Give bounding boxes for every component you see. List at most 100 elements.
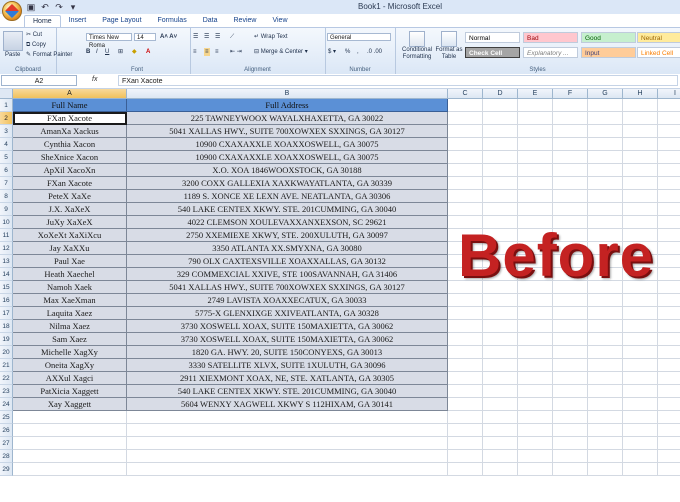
empty-cell[interactable] xyxy=(553,320,588,333)
empty-cell[interactable] xyxy=(553,398,588,411)
cell-full-name[interactable]: Oneita XagXy xyxy=(13,359,127,372)
empty-cell[interactable] xyxy=(518,138,553,151)
tab-review[interactable]: Review xyxy=(226,15,265,27)
empty-cell[interactable] xyxy=(483,333,518,346)
empty-cell[interactable] xyxy=(623,359,658,372)
cell-full-address[interactable]: X.O. XOA 1846WOOXSTOCK, GA 30188 xyxy=(127,164,448,177)
empty-cell[interactable] xyxy=(588,99,623,112)
empty-cell[interactable] xyxy=(13,424,127,437)
empty-cell[interactable] xyxy=(553,411,588,424)
empty-cell[interactable] xyxy=(448,177,483,190)
empty-cell[interactable] xyxy=(658,385,680,398)
empty-cell[interactable] xyxy=(623,372,658,385)
empty-cell[interactable] xyxy=(623,398,658,411)
empty-cell[interactable] xyxy=(518,398,553,411)
empty-cell[interactable] xyxy=(658,112,680,125)
empty-cell[interactable] xyxy=(623,138,658,151)
empty-cell[interactable] xyxy=(553,112,588,125)
empty-cell[interactable] xyxy=(553,463,588,476)
orientation-icon[interactable]: ⟋ xyxy=(230,33,234,41)
row-header-4[interactable]: 4 xyxy=(0,138,13,151)
empty-cell[interactable] xyxy=(553,203,588,216)
align-middle-icon[interactable]: ☰ xyxy=(204,33,209,41)
empty-cell[interactable] xyxy=(483,138,518,151)
empty-cell[interactable] xyxy=(658,307,680,320)
empty-cell[interactable] xyxy=(13,437,127,450)
empty-cell[interactable] xyxy=(483,164,518,177)
cell-full-name[interactable]: Xay Xaggett xyxy=(13,398,127,411)
comma-icon[interactable]: , xyxy=(357,48,359,56)
empty-cell[interactable] xyxy=(518,372,553,385)
empty-cell[interactable] xyxy=(483,463,518,476)
italic-icon[interactable]: I xyxy=(96,48,98,56)
cell-full-name[interactable]: Max XaeXman xyxy=(13,294,127,307)
font-color-icon[interactable]: A xyxy=(146,48,150,56)
align-right-icon[interactable]: ≡ xyxy=(215,48,219,56)
empty-cell[interactable] xyxy=(623,333,658,346)
empty-cell[interactable] xyxy=(588,424,623,437)
empty-cell[interactable] xyxy=(127,437,448,450)
underline-icon[interactable]: U xyxy=(105,48,109,56)
empty-cell[interactable] xyxy=(483,385,518,398)
row-header-16[interactable]: 16 xyxy=(0,294,13,307)
select-all-corner[interactable] xyxy=(0,89,13,99)
cell-style-good[interactable]: Good xyxy=(581,32,636,43)
cell-style-check-cell[interactable]: Check Cell xyxy=(465,47,520,58)
empty-cell[interactable] xyxy=(623,177,658,190)
tab-formulas[interactable]: Formulas xyxy=(150,15,195,27)
empty-cell[interactable] xyxy=(588,112,623,125)
cell-full-name[interactable]: Nilma Xaez xyxy=(13,320,127,333)
cell-style-bad[interactable]: Bad xyxy=(523,32,578,43)
cell-full-name[interactable]: PeteX XaXe xyxy=(13,190,127,203)
empty-cell[interactable] xyxy=(127,411,448,424)
empty-cell[interactable] xyxy=(518,294,553,307)
align-top-icon[interactable]: ☰ xyxy=(193,33,198,41)
empty-cell[interactable] xyxy=(518,385,553,398)
bold-icon[interactable]: B xyxy=(86,48,90,56)
column-header-b[interactable]: B xyxy=(127,89,448,99)
align-bottom-icon[interactable]: ☰ xyxy=(215,33,220,41)
format-as-table-icon[interactable] xyxy=(441,31,457,47)
row-header-13[interactable]: 13 xyxy=(0,255,13,268)
cell-full-name[interactable]: Namoh Xaek xyxy=(13,281,127,294)
empty-cell[interactable] xyxy=(553,424,588,437)
empty-cell[interactable] xyxy=(623,307,658,320)
empty-cell[interactable] xyxy=(588,294,623,307)
empty-cell[interactable] xyxy=(553,99,588,112)
column-header-c[interactable]: C xyxy=(448,89,483,99)
empty-cell[interactable] xyxy=(588,320,623,333)
empty-cell[interactable] xyxy=(483,151,518,164)
empty-cell[interactable] xyxy=(623,125,658,138)
empty-cell[interactable] xyxy=(518,307,553,320)
tab-page-layout[interactable]: Page Layout xyxy=(94,15,149,27)
cell-full-address[interactable]: 2749 LAVISTA XOAXXECATUX, GA 30033 xyxy=(127,294,448,307)
row-header-15[interactable]: 15 xyxy=(0,281,13,294)
cell-full-name[interactable]: AmanXa Xackus xyxy=(13,125,127,138)
empty-cell[interactable] xyxy=(483,294,518,307)
empty-cell[interactable] xyxy=(553,307,588,320)
empty-cell[interactable] xyxy=(658,255,680,268)
empty-cell[interactable] xyxy=(553,164,588,177)
empty-cell[interactable] xyxy=(623,437,658,450)
cell-full-address[interactable]: 4022 CLEMSON XOULEVAXXANXEXSON, SC 29621 xyxy=(127,216,448,229)
empty-cell[interactable] xyxy=(553,151,588,164)
empty-cell[interactable] xyxy=(553,372,588,385)
empty-cell[interactable] xyxy=(518,125,553,138)
empty-cell[interactable] xyxy=(448,190,483,203)
tab-view[interactable]: View xyxy=(264,15,295,27)
empty-cell[interactable] xyxy=(448,112,483,125)
cell-full-address[interactable]: 329 COMMEXCIAL XXIVE, STE 100SAVANNAH, G… xyxy=(127,268,448,281)
empty-cell[interactable] xyxy=(448,294,483,307)
cell-full-name[interactable]: XoXeXt XaXiXcu xyxy=(13,229,127,242)
cell-style-linked-cell[interactable]: Linked Cell xyxy=(637,47,680,58)
row-header-10[interactable]: 10 xyxy=(0,216,13,229)
empty-cell[interactable] xyxy=(518,359,553,372)
cell-full-address[interactable]: 5041 XALLAS HWY., SUITE 700XOWXEX SXXING… xyxy=(127,125,448,138)
empty-cell[interactable] xyxy=(483,320,518,333)
cell-full-name[interactable]: ApXil XacoXn xyxy=(13,164,127,177)
empty-cell[interactable] xyxy=(483,99,518,112)
empty-cell[interactable] xyxy=(483,346,518,359)
empty-cell[interactable] xyxy=(588,411,623,424)
empty-cell[interactable] xyxy=(483,424,518,437)
empty-cell[interactable] xyxy=(623,190,658,203)
